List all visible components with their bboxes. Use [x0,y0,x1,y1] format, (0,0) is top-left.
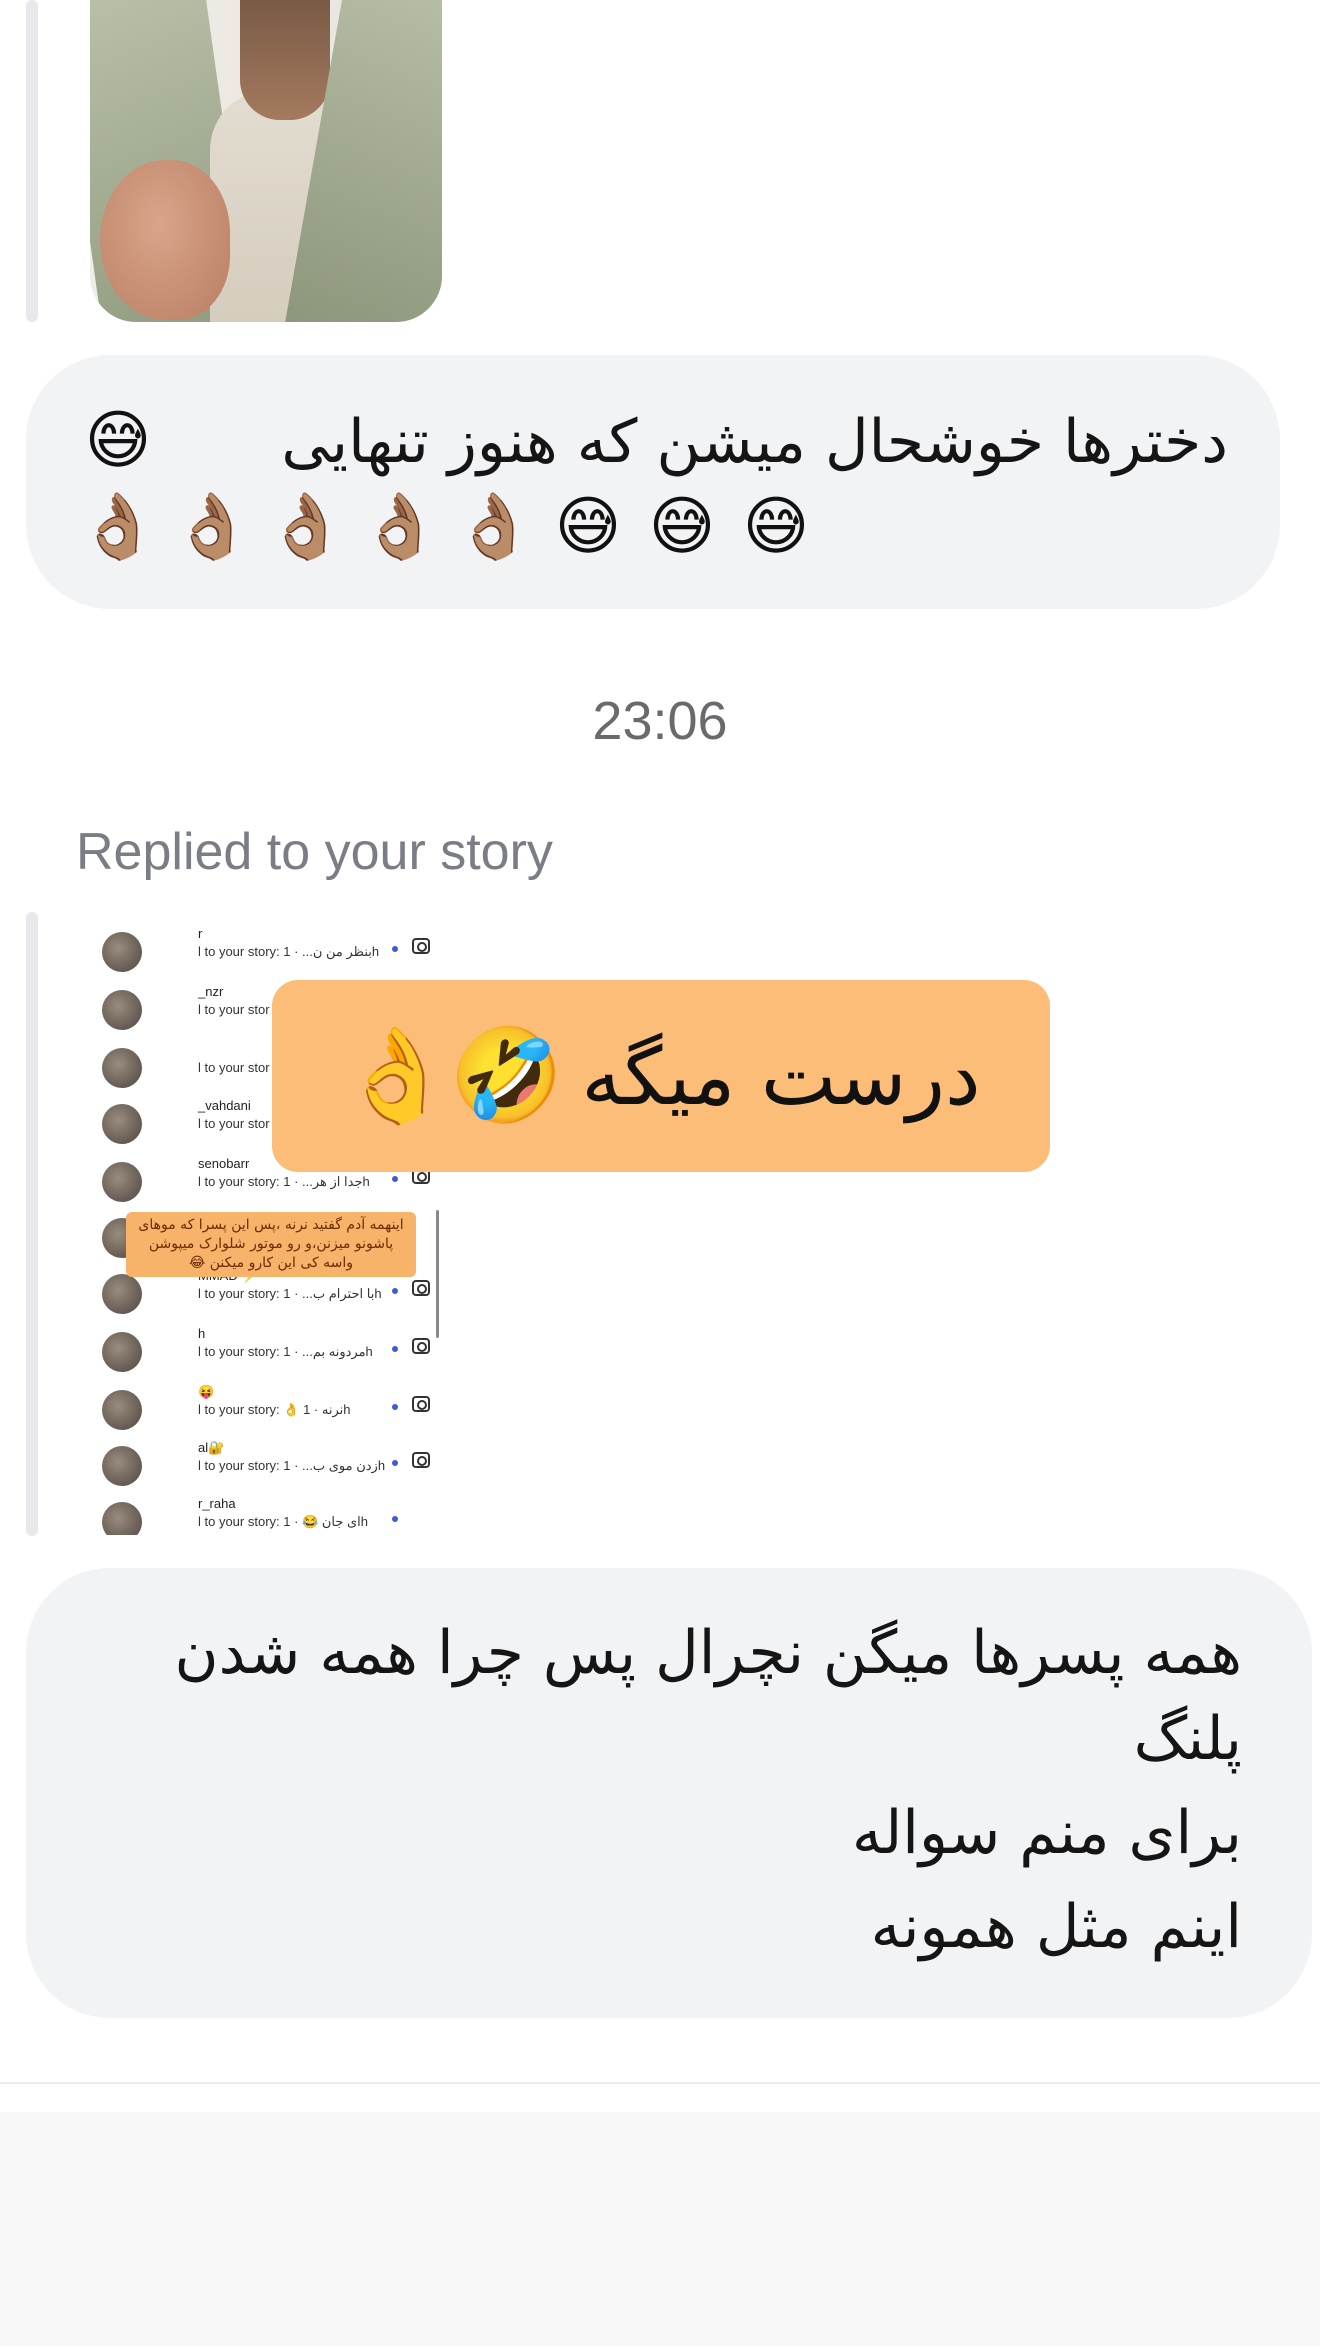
composer-divider [0,2082,1320,2084]
row-text: l to your story: ای جان 😂 · 1h [198,1514,369,1529]
row-text: l to your story: با احترام ب... · 1h [198,1286,382,1301]
avatar [102,932,142,972]
unread-dot [392,1176,398,1182]
sticker-text: درست میگه [581,1029,981,1123]
message-text-content: دخترها خوشحال میشن که هنوز تنهایی [281,407,1228,477]
camera-icon [412,1452,430,1468]
avatar [102,1048,142,1088]
camera-icon [412,1338,430,1354]
ok-hand-emoji: 👌🏽 [360,490,440,564]
camera-icon [412,938,430,954]
message-bubble[interactable]: همه پسرها میگن نچرال پس چرا همه شدن پلنگ… [26,1568,1312,2018]
message-line: پلنگ [1133,1704,1242,1774]
row-name: _nzr [198,984,224,999]
rolling-laugh-emoji: 🤣 [449,1022,564,1129]
story-row: r l to your story: بنظر من ن... · 1h [90,924,442,980]
row-text: l to your stor [198,1060,270,1075]
row-text: l to your story: 👌 نرنه · 1h [198,1402,351,1417]
composer-area[interactable] [0,2112,1320,2346]
photo-neck [240,0,330,120]
message-line: برای منم سواله [851,1798,1242,1868]
emoji-row: 👌🏽 👌🏽 👌🏽 👌🏽 👌🏽 😅 😅 😅 [78,487,816,567]
row-name: r [198,926,203,941]
camera-icon [412,1396,430,1412]
ok-hand-emoji: 👌🏽 [78,490,158,564]
row-text: l to your story: زدن موی ب... · 1h [198,1458,386,1473]
avatar [102,1332,142,1372]
row-name: senobarr [198,1156,250,1171]
story-reply-bar [26,912,38,1536]
avatar [102,1162,142,1202]
sweat-smile-emoji: 😅 [84,404,152,478]
row-name: al🔐 [198,1440,225,1455]
message-line: همه پسرها میگن نچرال پس چرا همه شدن [174,1618,1243,1688]
unread-dot [392,1460,398,1466]
row-name: 😝 [198,1384,215,1399]
story-photo[interactable] [90,0,442,322]
row-text: l to your stor [198,1116,270,1131]
story-row: al🔐 l to your story: زدن موی ب... · 1h [90,1438,442,1494]
row-text: l to your story: جدا از هر... · 1h [198,1174,370,1189]
avatar [102,1104,142,1144]
ok-hand-emoji: 👌🏽 [454,490,534,564]
message-text: همه پسرها میگن نچرال پس چرا همه شدن پلنگ… [76,1610,1243,1970]
ok-hand-emoji: 👌🏽 [266,490,346,564]
unread-dot [392,1288,398,1294]
message-bubble[interactable]: دخترها خوشحال میشن که هنوز تنهایی 😅 👌🏽 👌… [26,355,1280,609]
unread-dot [392,1404,398,1410]
row-text: l to your stor [198,1002,270,1017]
avatar [102,990,142,1030]
row-text: l to your story: مردونه بم... · 1h [198,1344,373,1359]
avatar [102,1446,142,1486]
story-sticker: درست میگه 🤣 👌 [272,980,1050,1172]
story-reply-bar-top [26,0,38,322]
story-row: 😝 l to your story: 👌 نرنه · 1h [90,1382,442,1438]
row-name: h [198,1326,206,1341]
row-name: r_raha [198,1496,236,1511]
photo-hand [100,160,230,320]
message-timestamp: 23:06 [592,691,728,751]
story-row: h l to your story: مردونه بم... · 1h [90,1324,442,1380]
unread-dot [392,1346,398,1352]
sweat-smile-emoji: 😅 [648,490,716,564]
story-scrollbar [436,1210,439,1338]
unread-dot [392,1516,398,1522]
story-note: اینهمه آدم گفتید نرنه ،پس این پسرا که مو… [126,1212,416,1277]
sweat-smile-emoji: 😅 [554,490,622,564]
row-name: _vahdani [198,1098,251,1113]
unread-dot [392,946,398,952]
camera-icon [412,1280,430,1296]
message-line: اینم مثل همونه [870,1892,1242,1962]
reply-header: Replied to your story [76,823,553,881]
avatar [102,1502,142,1535]
ok-hand-emoji: 👌🏽 [172,490,252,564]
avatar [102,1274,142,1314]
ok-hand-emoji: 👌 [339,1022,454,1129]
row-text: l to your story: بنظر من ن... · 1h [198,944,380,959]
avatar [102,1390,142,1430]
sweat-smile-emoji: 😅 [742,490,810,564]
message-text: دخترها خوشحال میشن که هنوز تنهایی [228,399,1228,485]
story-row: r_raha l to your story: ای جان 😂 · 1h [90,1494,442,1535]
